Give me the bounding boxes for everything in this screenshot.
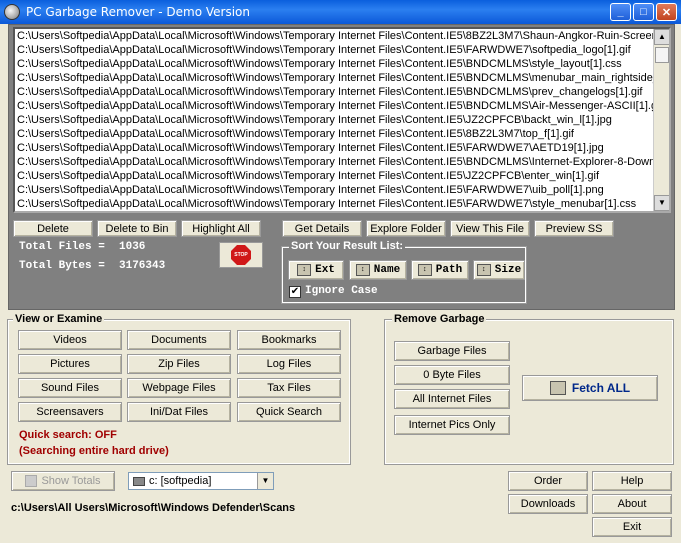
file-list-item[interactable]: C:\Users\Softpedia\AppData\Local\Microso…	[17, 127, 653, 141]
file-list-item[interactable]: C:\Users\Softpedia\AppData\Local\Microso…	[17, 113, 653, 127]
help-button[interactable]: Help	[592, 471, 672, 491]
file-list-item[interactable]: C:\Users\Softpedia\AppData\Local\Microso…	[17, 99, 653, 113]
sort-icon: ↕	[417, 264, 432, 276]
stop-button[interactable]: STOP	[219, 242, 263, 268]
ignore-case-label: Ignore Case	[305, 285, 378, 297]
file-list-item[interactable]: C:\Users\Softpedia\AppData\Local\Microso…	[17, 155, 653, 169]
preview-ss-button[interactable]: Preview SS	[534, 220, 614, 237]
close-button[interactable]: ✕	[656, 3, 677, 21]
total-files-label: Total Files =	[19, 241, 105, 253]
videos-button[interactable]: Videos	[18, 330, 122, 350]
view-examine-title: View or Examine	[13, 313, 105, 325]
title-bar: PC Garbage Remover - Demo Version _ □ ✕	[0, 0, 681, 24]
window-title: PC Garbage Remover - Demo Version	[26, 5, 250, 19]
file-list-item[interactable]: C:\Users\Softpedia\AppData\Local\Microso…	[17, 197, 653, 211]
search-scope: (Searching entire hard drive)	[19, 445, 169, 457]
scroll-thumb[interactable]	[655, 47, 669, 63]
view-this-file-button[interactable]: View This File	[450, 220, 530, 237]
view-examine-group: View or Examine Videos Documents Bookmar…	[7, 313, 351, 465]
pictures-button[interactable]: Pictures	[18, 354, 122, 374]
file-list-item[interactable]: C:\Users\Softpedia\AppData\Local\Microso…	[17, 183, 653, 197]
file-list-item[interactable]: C:\Users\Softpedia\AppData\Local\Microso…	[17, 29, 653, 43]
drive-value: c: [softpedia]	[149, 475, 212, 487]
garbage-files-button[interactable]: Garbage Files	[394, 341, 510, 361]
sort-path-button[interactable]: ↕ Path	[411, 260, 469, 280]
exit-button[interactable]: Exit	[592, 517, 672, 537]
total-files-value: 1036	[119, 241, 146, 253]
remove-garbage-title: Remove Garbage	[392, 313, 487, 325]
file-list-item[interactable]: C:\Users\Softpedia\AppData\Local\Microso…	[17, 141, 653, 155]
downloads-button[interactable]: Downloads	[508, 494, 588, 514]
get-details-button[interactable]: Get Details	[282, 220, 362, 237]
explore-folder-button[interactable]: Explore Folder	[366, 220, 446, 237]
sort-icon: ↕	[355, 264, 370, 276]
chevron-down-icon[interactable]: ▼	[257, 473, 273, 489]
fetch-all-button[interactable]: Fetch ALL	[522, 375, 658, 401]
sort-size-button[interactable]: ↕ Size	[473, 260, 525, 280]
sort-icon: ↕	[297, 264, 312, 276]
stop-sign-icon: STOP	[231, 245, 251, 265]
file-list[interactable]: C:\Users\Softpedia\AppData\Local\Microso…	[13, 27, 671, 213]
sound-files-button[interactable]: Sound Files	[18, 378, 122, 398]
current-path: c:\Users\All Users\Microsoft\Windows Def…	[11, 502, 296, 514]
total-bytes-value: 3176343	[119, 260, 166, 272]
bookmarks-button[interactable]: Bookmarks	[237, 330, 341, 350]
internet-pics-only-button[interactable]: Internet Pics Only	[394, 415, 510, 435]
show-totals-icon	[25, 475, 38, 487]
sort-title: Sort Your Result List:	[289, 240, 406, 252]
ignore-case-checkbox[interactable]: ✔	[289, 286, 301, 298]
file-list-item[interactable]: C:\Users\Softpedia\AppData\Local\Microso…	[17, 57, 653, 71]
log-files-button[interactable]: Log Files	[237, 354, 341, 374]
show-totals-button[interactable]: Show Totals	[11, 471, 115, 491]
scroll-up-icon[interactable]: ▲	[654, 29, 669, 45]
sort-group: Sort Your Result List: ↕ Ext ↕ Name ↕ Path …	[281, 240, 527, 304]
highlight-all-button[interactable]: Highlight All	[181, 220, 261, 237]
webpage-files-button[interactable]: Webpage Files	[127, 378, 231, 398]
order-button[interactable]: Order	[508, 471, 588, 491]
results-panel: C:\Users\Softpedia\AppData\Local\Microso…	[8, 24, 675, 310]
all-internet-files-button[interactable]: All Internet Files	[394, 389, 510, 409]
file-list-scrollbar[interactable]: ▲ ▼	[653, 29, 669, 211]
drive-icon	[133, 476, 145, 486]
delete-to-bin-button[interactable]: Delete to Bin	[97, 220, 177, 237]
sort-name-button[interactable]: ↕ Name	[349, 260, 407, 280]
sort-ext-button[interactable]: ↕ Ext	[288, 260, 344, 280]
zip-files-button[interactable]: Zip Files	[127, 354, 231, 374]
quick-search-status: Quick search: OFF	[19, 429, 117, 441]
ini-dat-files-button[interactable]: Ini/Dat Files	[127, 402, 231, 422]
remove-garbage-group: Remove Garbage Garbage Files 0 Byte File…	[384, 313, 674, 465]
file-list-item[interactable]: C:\Users\Softpedia\AppData\Local\Microso…	[17, 169, 653, 183]
file-list-item[interactable]: C:\Users\Softpedia\AppData\Local\Microso…	[17, 85, 653, 99]
minimize-button[interactable]: _	[610, 3, 631, 21]
app-icon	[4, 4, 20, 20]
file-list-item[interactable]: C:\Users\Softpedia\AppData\Local\Microso…	[17, 71, 653, 85]
sort-icon: ↕	[476, 264, 491, 276]
drive-select[interactable]: c: [softpedia] ▼	[128, 472, 274, 490]
fetch-icon	[549, 381, 566, 395]
zero-byte-files-button[interactable]: 0 Byte Files	[394, 365, 510, 385]
about-button[interactable]: About	[592, 494, 672, 514]
tax-files-button[interactable]: Tax Files	[237, 378, 341, 398]
scroll-down-icon[interactable]: ▼	[654, 195, 669, 211]
quick-search-button[interactable]: Quick Search	[237, 402, 341, 422]
file-list-item[interactable]: C:\Users\Softpedia\AppData\Local\Microso…	[17, 43, 653, 57]
screensavers-button[interactable]: Screensavers	[18, 402, 122, 422]
documents-button[interactable]: Documents	[127, 330, 231, 350]
total-bytes-label: Total Bytes =	[19, 260, 105, 272]
delete-button[interactable]: Delete	[13, 220, 93, 237]
maximize-button[interactable]: □	[633, 3, 654, 21]
